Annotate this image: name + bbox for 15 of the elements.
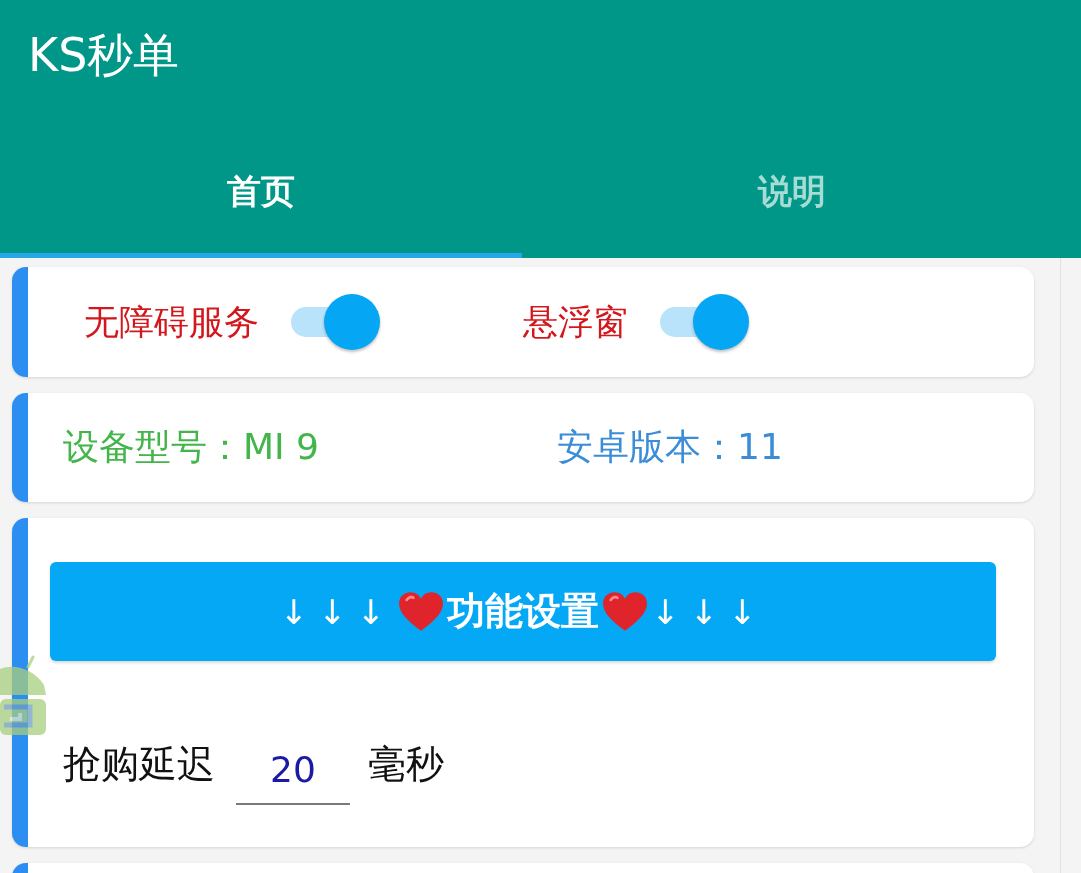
toggle-switch[interactable]: [291, 293, 381, 351]
app-title: KS秒单: [27, 27, 181, 84]
android-version-text: 安卓版本：11: [557, 425, 783, 469]
heart-icon: [603, 591, 647, 632]
heart-icon: [399, 591, 443, 632]
device-model-text: 设备型号：MI 9: [63, 425, 321, 469]
switch-label: 悬浮窗: [523, 300, 628, 344]
tab[interactable]: 首页: [0, 110, 522, 258]
unit-label: 毫秒: [368, 740, 444, 788]
delay-input[interactable]: 20: [236, 743, 350, 805]
delay-label: 抢购延迟: [63, 740, 215, 788]
tab[interactable]: 说明: [522, 110, 1062, 258]
toggle-switch[interactable]: [660, 293, 750, 351]
switch-label: 无障碍服务: [84, 300, 259, 344]
function-settings-button[interactable]: ↓↓↓ 功能设置 ↓↓↓: [50, 562, 996, 661]
